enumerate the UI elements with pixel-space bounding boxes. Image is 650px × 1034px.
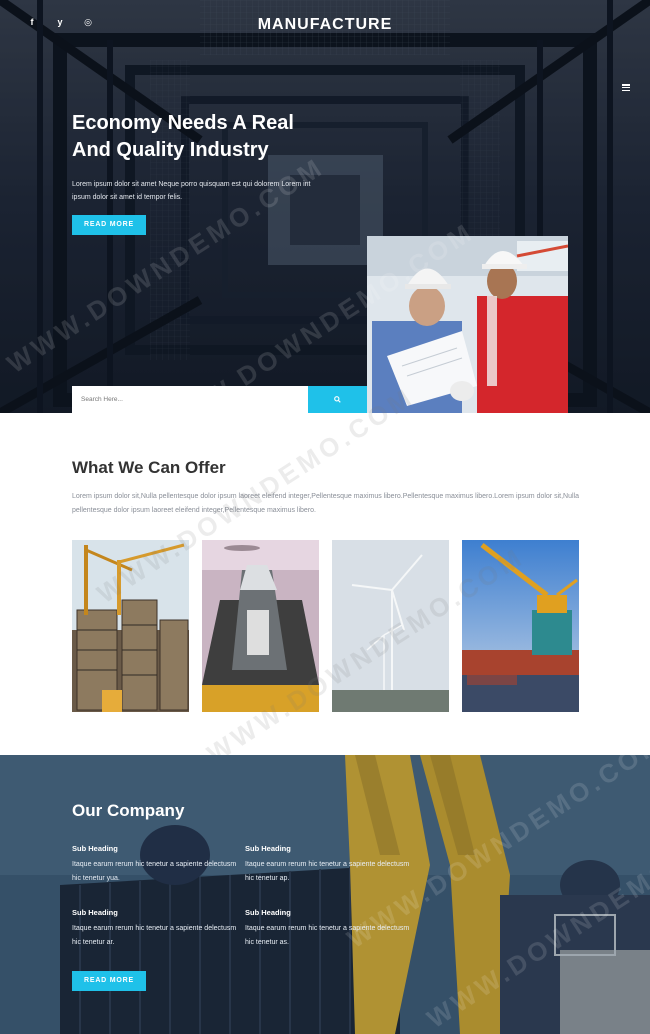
- search-input[interactable]: Search Here...: [72, 386, 308, 413]
- offer-card-harbor[interactable]: [462, 540, 579, 712]
- offer-card-ship[interactable]: [202, 540, 319, 712]
- feature-heading: Sub Heading: [245, 844, 291, 853]
- company-section: Our Company Sub Heading Itaque earum rer…: [0, 755, 650, 1034]
- company-read-more-button[interactable]: READ MORE: [72, 971, 146, 991]
- hero-read-more-button[interactable]: READ MORE: [72, 215, 146, 235]
- hero-text: Lorem ipsum dolor sit amet Neque porro q…: [72, 181, 311, 201]
- workers-image: [367, 236, 568, 413]
- feature-text: Itaque earum rerum hic tenetur a sapient…: [245, 925, 410, 946]
- company-title: Our Company: [72, 801, 185, 820]
- hero-title-line-2: And Quality Industry: [72, 139, 269, 161]
- feature-3: Sub Heading Itaque earum rerum hic tenet…: [72, 908, 242, 950]
- search-icon: [334, 396, 341, 403]
- feature-text: Itaque earum rerum hic tenetur a sapient…: [72, 861, 237, 882]
- hero-section: f y ◎ MANUFACTURE Economy Needs A Real A…: [0, 0, 650, 413]
- feature-text: Itaque earum rerum hic tenetur a sapient…: [245, 861, 410, 882]
- feature-text: Itaque earum rerum hic tenetur a sapient…: [72, 925, 237, 946]
- site-logo[interactable]: MANUFACTURE: [0, 16, 650, 34]
- hero-title-line-1: Economy Needs A Real: [72, 112, 294, 134]
- offer-title: What We Can Offer: [72, 458, 226, 477]
- feature-heading: Sub Heading: [72, 908, 118, 917]
- company-background-image: [0, 755, 650, 1034]
- search-button[interactable]: [308, 386, 367, 413]
- offer-card-wind[interactable]: [332, 540, 449, 712]
- feature-1: Sub Heading Itaque earum rerum hic tenet…: [72, 844, 242, 886]
- feature-heading: Sub Heading: [245, 908, 291, 917]
- feature-heading: Sub Heading: [72, 844, 118, 853]
- offer-text: Lorem ipsum dolor sit,Nulla pellentesque…: [72, 493, 579, 514]
- feature-2: Sub Heading Itaque earum rerum hic tenet…: [245, 844, 415, 886]
- feature-4: Sub Heading Itaque earum rerum hic tenet…: [245, 908, 415, 950]
- hero-title: Economy Needs A Real And Quality Industr…: [72, 110, 352, 164]
- offer-card-construction[interactable]: [72, 540, 189, 712]
- hamburger-menu-icon[interactable]: [622, 84, 630, 92]
